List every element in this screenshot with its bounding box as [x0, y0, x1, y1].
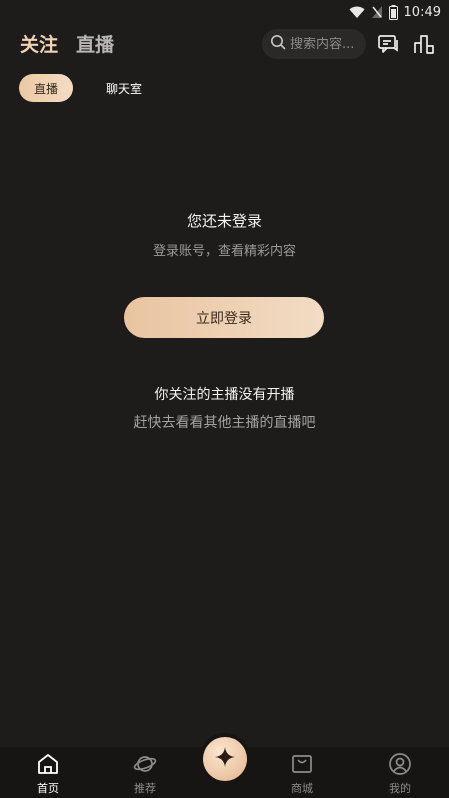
not-logged-in-subtitle: 登录账号，查看精彩内容 [152, 244, 296, 259]
nav-item-shop[interactable]: 商城 [272, 752, 332, 798]
search-input[interactable] [290, 36, 360, 52]
subtab-live[interactable]: 直播 [19, 74, 73, 102]
search-bar[interactable] [262, 29, 366, 59]
home-icon [36, 752, 60, 776]
nav-item-me[interactable]: 我的 [370, 752, 430, 798]
login-button[interactable]: 立即登录 [124, 297, 324, 338]
wifi-icon [349, 5, 365, 19]
sparkle-icon [214, 746, 236, 772]
nav-label-shop: 商城 [291, 782, 313, 795]
search-icon [270, 34, 286, 54]
nav-label-me: 我的 [389, 782, 411, 795]
clock-time: 10:49 [403, 4, 441, 20]
battery-icon [388, 4, 398, 20]
status-bar: 10:49 [0, 0, 449, 24]
tab-live[interactable]: 直播 [76, 30, 114, 57]
ranking-icon[interactable] [412, 32, 436, 56]
signal-icon [371, 5, 383, 19]
message-icon[interactable] [377, 32, 401, 56]
shopping-bag-icon [290, 752, 314, 776]
tab-follow[interactable]: 关注 [20, 30, 58, 57]
no-live-subtitle: 赶快去看看其他主播的直播吧 [133, 415, 316, 431]
center-action-button[interactable] [199, 733, 251, 785]
center-action-inner [203, 737, 247, 781]
nav-label-home: 首页 [37, 782, 59, 795]
nav-label-recommend: 推荐 [134, 782, 156, 795]
nav-item-recommend[interactable]: 推荐 [115, 752, 175, 798]
user-icon [388, 752, 412, 776]
planet-icon [133, 752, 157, 776]
subtab-chatroom[interactable]: 聊天室 [96, 74, 152, 102]
not-logged-in-title: 您还未登录 [186, 212, 262, 230]
nav-item-home[interactable]: 首页 [18, 752, 78, 798]
no-live-title: 你关注的主播没有开播 [154, 387, 295, 403]
top-header: 关注 直播 [0, 26, 449, 62]
